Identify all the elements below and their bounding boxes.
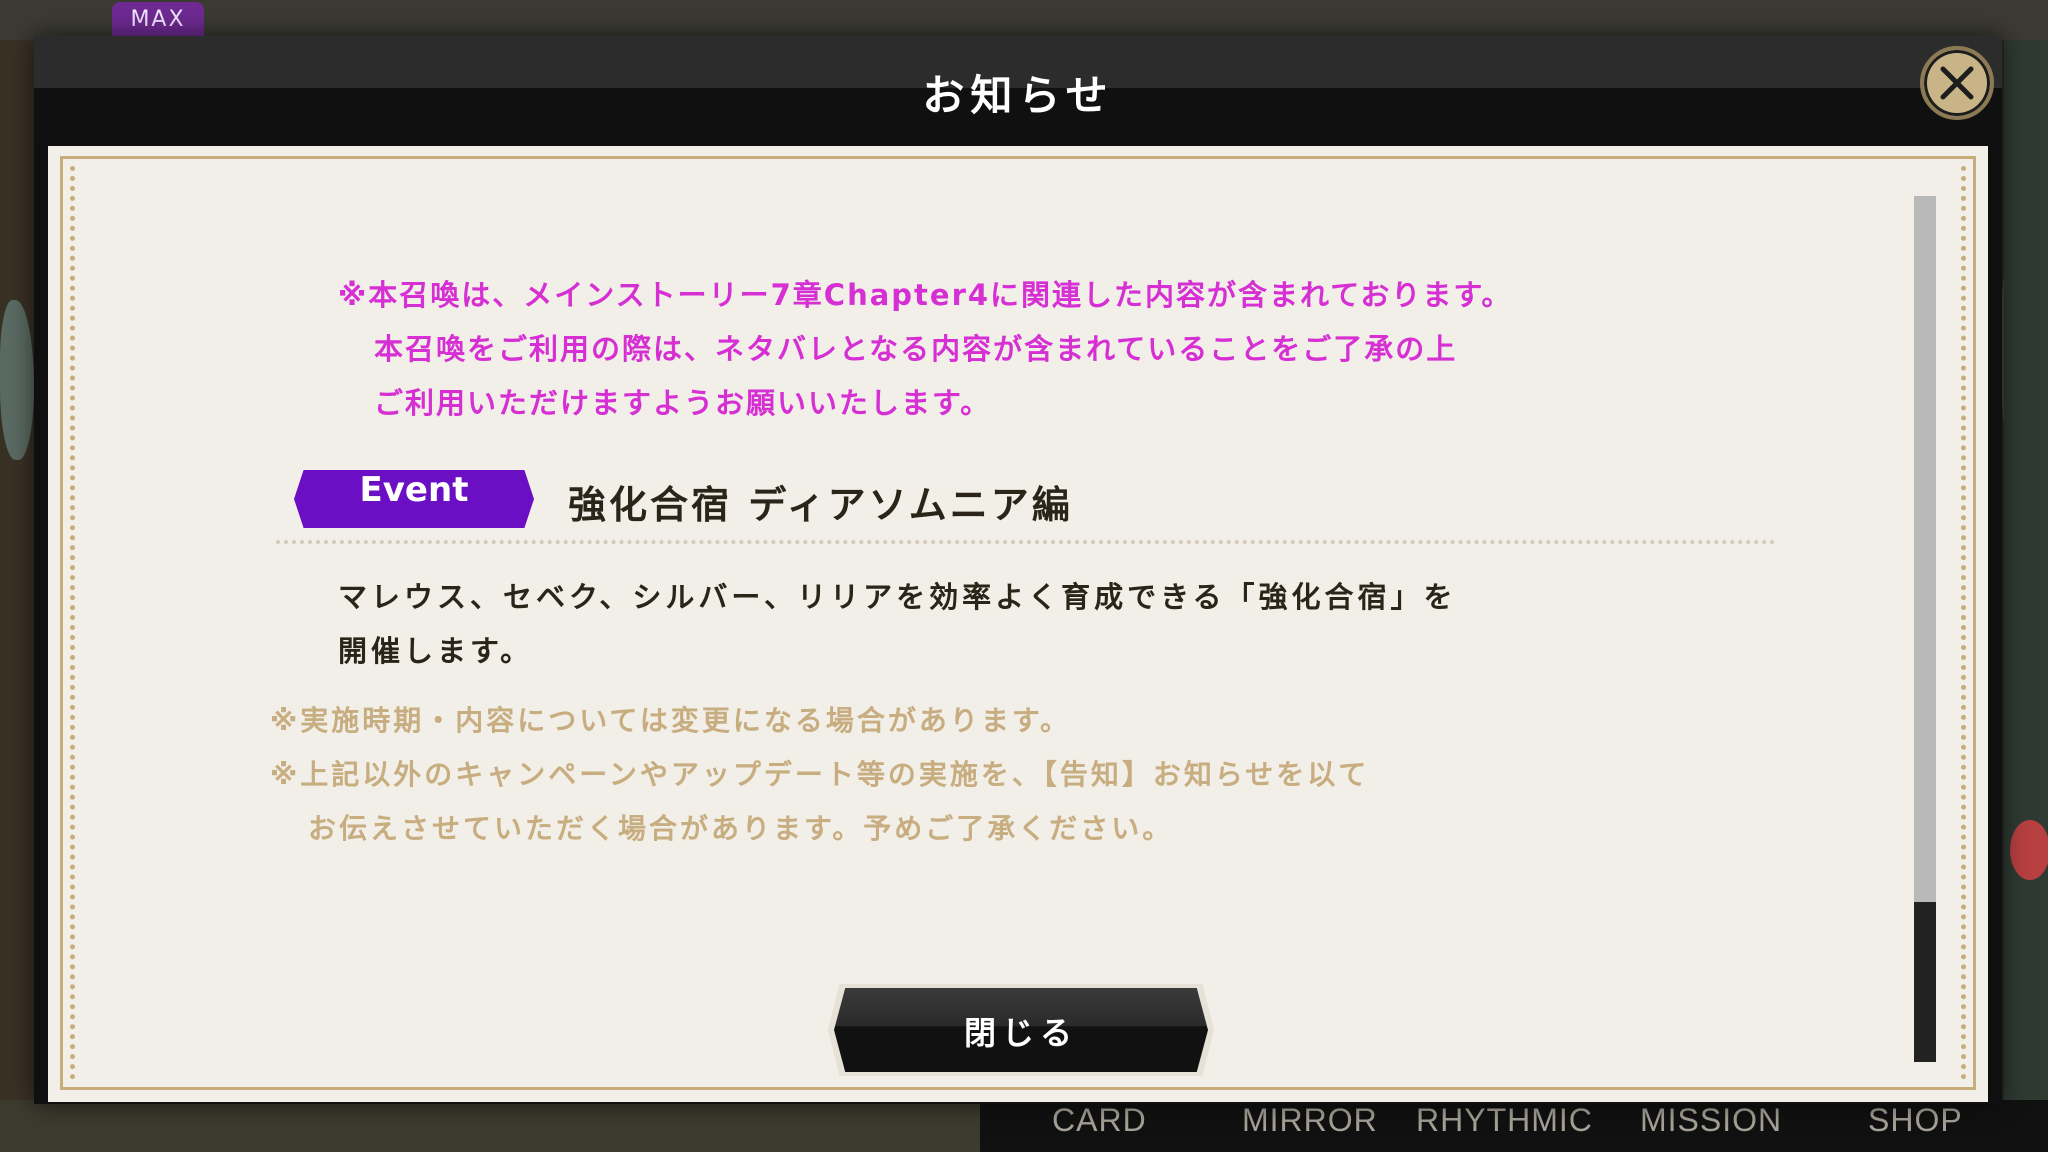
max-badge: MAX [112,2,204,36]
close-button[interactable]: 閉じる [834,988,1208,1072]
nav-shop[interactable]: SHOP [1868,1102,1963,1139]
notice-paper: ※本召喚は、メインストーリー7章Chapter4に関連した内容が含まれております… [48,146,1988,1102]
spoiler-line: 本召喚をご利用の際は、ネタバレとなる内容が含まれていることをご了承の上 [374,332,1458,366]
dialog-title: お知らせ [922,71,1114,120]
scrollbar-thumb[interactable] [1914,902,1936,1062]
event-title: 強化合宿 ディアソムニア編 [568,483,1073,527]
footnote-line: お伝えさせていただく場合があります。予めご了承ください。 [308,812,1174,845]
scrollbar[interactable] [1914,196,1936,1062]
nav-card[interactable]: CARD [1052,1102,1147,1139]
spoiler-line: ご利用いただけますようお願いいたします。 [374,386,992,420]
divider [276,540,1776,544]
spoiler-line: ※本召喚は、メインストーリー7章Chapter4に関連した内容が含まれております… [338,278,1513,312]
event-description: マレウス、セベク、シルバー、リリアを効率よく育成できる「強化合宿」を 開催します… [338,570,1618,678]
bottom-nav: CARD MIRROR RHYTHMIC MISSION SHOP [980,1100,2048,1152]
notice-dialog: お知らせ ※本召喚は、メインストーリー7章Chapter4に関連した内容が含まれ… [34,36,2002,1104]
close-x-button[interactable] [1920,46,1994,120]
close-icon [1940,66,1974,100]
event-tag: Event [294,470,534,528]
nav-mission[interactable]: MISSION [1640,1102,1782,1139]
footnotes: ※実施時期・内容については変更になる場合があります。 ※上記以外のキャンペーンや… [270,694,1369,856]
nav-rhythmic[interactable]: RHYTHMIC [1416,1102,1593,1139]
footnote-line: ※実施時期・内容については変更になる場合があります。 [270,704,1072,737]
spoiler-notice: ※本召喚は、メインストーリー7章Chapter4に関連した内容が含まれております… [338,268,1512,430]
close-button-label: 閉じる [963,1014,1078,1052]
description-line: 開催します。 [338,634,534,668]
description-line: マレウス、セベク、シルバー、リリアを効率よく育成できる「強化合宿」を [338,580,1457,614]
dialog-header: お知らせ [34,36,2002,142]
footnote-line: ※上記以外のキャンペーンやアップデート等の実施を、【告知】お知らせを以て [270,758,1370,791]
nav-mirror[interactable]: MIRROR [1242,1102,1378,1139]
